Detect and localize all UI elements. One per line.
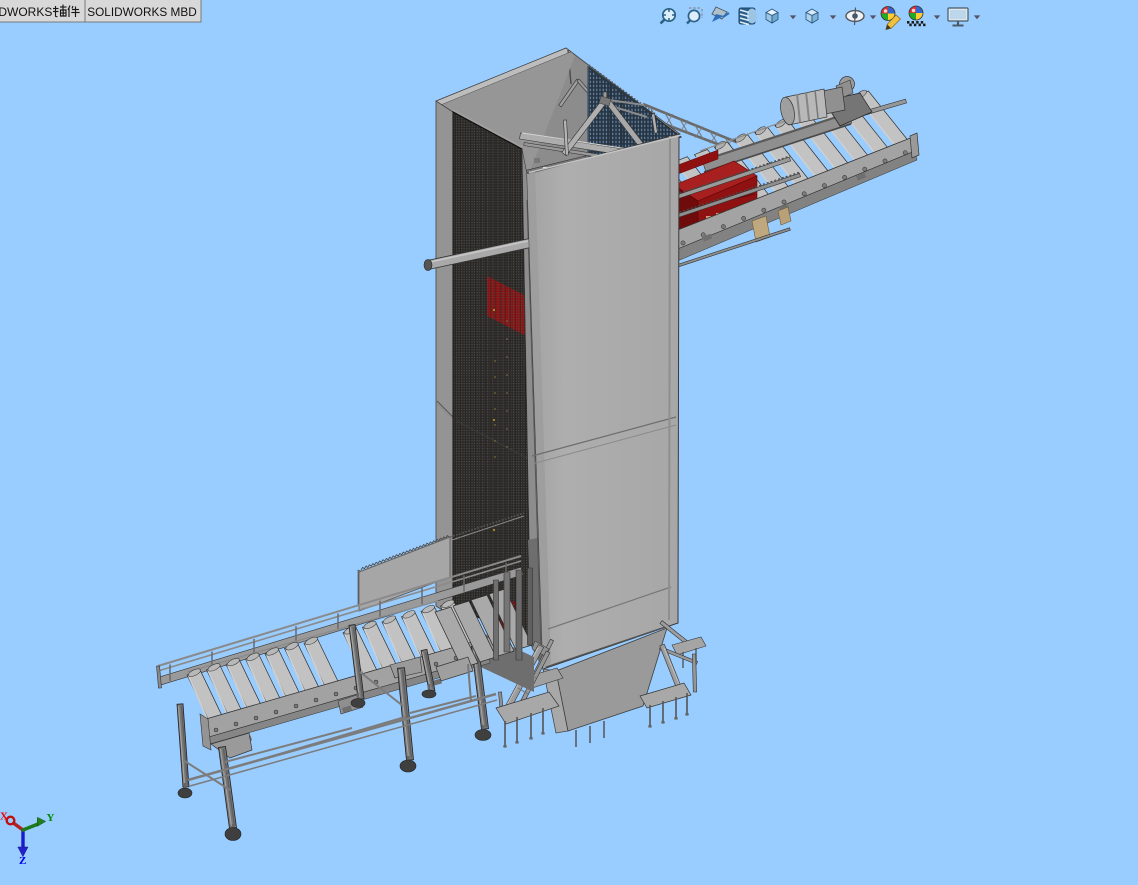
svg-text:SOLIDWORKS MBD: SOLIDWORKS MBD (87, 5, 196, 19)
svg-text:Z: Z (19, 855, 26, 867)
svg-text:X: X (0, 811, 8, 823)
svg-text:SOLIDWORKS: SOLIDWORKS (0, 5, 52, 19)
svg-text:Y: Y (47, 812, 55, 824)
